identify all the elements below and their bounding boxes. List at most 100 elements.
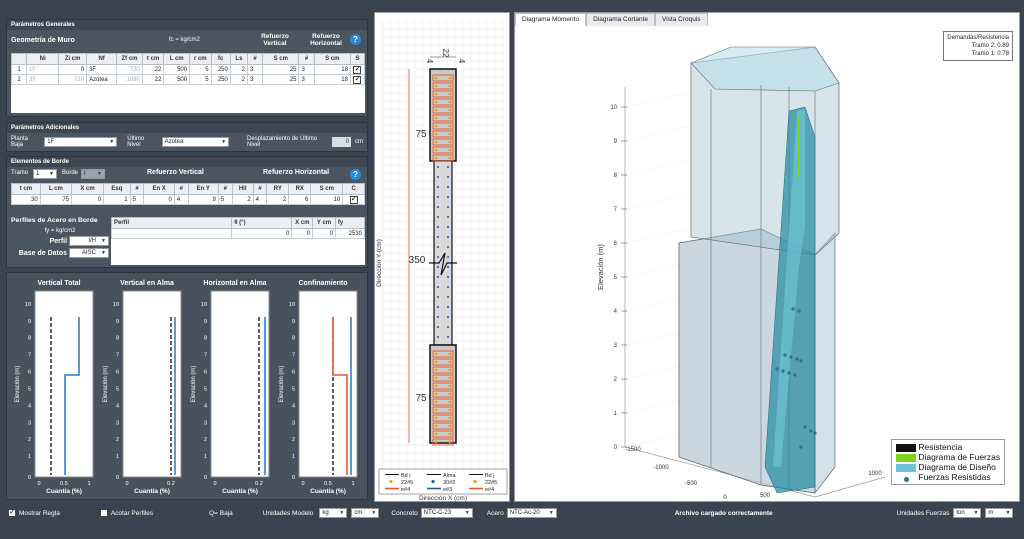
resisted-force-point (795, 357, 799, 361)
cell[interactable]: 6 (288, 194, 312, 205)
ultimo-nivel-label: Último Nivel (127, 136, 145, 148)
cell[interactable]: 4 (252, 194, 268, 205)
cell-t[interactable]: 22 (141, 64, 165, 75)
cell-zf[interactable]: 1080 (116, 74, 143, 85)
concreto-select[interactable]: NTC-C-23 (420, 508, 473, 518)
cell[interactable]: 0 (231, 228, 293, 239)
cell[interactable] (110, 228, 233, 239)
cell[interactable]: 75 (39, 194, 73, 205)
cell-n1[interactable]: 3 (246, 64, 264, 75)
general-params-panel: Parámetros Generales Geometría de Muro f… (6, 19, 368, 117)
cell-s-check[interactable] (349, 74, 366, 85)
mini-chart-plot-area (210, 290, 270, 478)
unit-force-select[interactable]: kg (319, 508, 348, 518)
cell[interactable]: 9 (187, 194, 219, 205)
cell-c-check[interactable] (342, 194, 365, 205)
table-row[interactable]: 0 0 0 2530 (110, 228, 366, 239)
tramo-select[interactable]: 1 (33, 169, 57, 179)
cell[interactable]: 4 (173, 194, 189, 205)
cell-s2[interactable]: 18 (313, 74, 351, 85)
z-tick-label: 7 (614, 207, 618, 213)
desplazamiento-input[interactable]: 0 (331, 137, 351, 147)
cell-nf[interactable]: 3F (86, 64, 118, 75)
cell-l[interactable]: 500 (163, 74, 191, 85)
cell-ls[interactable]: 2 (229, 64, 249, 75)
web-rebar-dot (437, 196, 439, 198)
web-rebar-dot (447, 336, 449, 338)
border-table: t cm L cm X cm Esq # En X # En Y # Hil #… (11, 183, 365, 205)
y-tick-label: 10 (289, 302, 295, 308)
mostrar-regla-checkbox[interactable] (8, 507, 16, 517)
planta-baja-select[interactable]: 1F (44, 137, 118, 147)
cell-ls[interactable]: 2 (229, 74, 249, 85)
cell-s1[interactable]: 25 (262, 74, 300, 85)
cell-r[interactable]: 5 (189, 74, 212, 85)
legend-symbol (431, 479, 435, 484)
col-header: # (173, 183, 189, 195)
cell[interactable]: 5 (129, 194, 145, 205)
mini-chart-plot-area (298, 290, 358, 478)
cell-s1[interactable]: 25 (262, 64, 300, 75)
table-row[interactable]: 1 1F 0 3F 720 22 500 5 250 2 3 25 3 18 (10, 64, 366, 75)
web-rebar-dot (447, 256, 449, 258)
checkbox[interactable] (349, 194, 358, 204)
cell[interactable]: 1 (103, 194, 131, 205)
cell[interactable]: 0 (71, 194, 105, 205)
cell-s2[interactable]: 18 (313, 64, 351, 75)
cell-zi[interactable]: 0 (58, 64, 88, 75)
cell-l[interactable]: 500 (163, 64, 191, 75)
legend-swatch (896, 474, 916, 482)
force-length-select[interactable]: m (985, 508, 1014, 518)
table-row[interactable]: 30 75 0 1 5 0 4 9 5 2 4 2 6 10 (11, 194, 365, 205)
cell[interactable]: 30 (11, 194, 41, 205)
cell-ni[interactable]: 3F (26, 74, 60, 85)
cell-nf[interactable]: Azotea (86, 74, 118, 85)
cell-r[interactable]: 5 (189, 64, 212, 75)
web-rebar-dot (447, 316, 449, 318)
cell[interactable]: 0 (312, 228, 336, 239)
acotar-perfiles-checkbox[interactable] (99, 509, 108, 517)
checkbox[interactable] (353, 74, 362, 84)
z-tick-label: 4 (614, 309, 618, 315)
diagram-3d-svg[interactable]: 0 1 2 3 4 5 6 7 8 9 10 Elevación (m) -1500 -1000 -500 0… (515, 27, 1021, 501)
borde-select[interactable]: I (81, 169, 105, 179)
ultimo-nivel-select[interactable]: Azotea (161, 137, 230, 147)
cell[interactable]: 5 (217, 194, 233, 205)
cell[interactable]: 2 (266, 194, 290, 205)
cell-zi[interactable]: 720 (58, 74, 88, 85)
grid-line (626, 194, 686, 210)
col-header: Perfil (110, 217, 233, 229)
table-row[interactable]: 2 3F 720 Azotea 1080 22 500 5 250 2 3 25… (10, 74, 366, 85)
help-icon[interactable]: ? (350, 169, 361, 180)
web-rebar-dot (437, 246, 439, 248)
cell[interactable]: 2530 (334, 228, 366, 239)
cell[interactable]: 0 (143, 194, 175, 205)
tab-diagrama-momento[interactable]: Diagrama Momento (515, 13, 587, 26)
tab-diagrama-cortante[interactable]: Diagrama Cortante (586, 13, 655, 26)
base-select[interactable]: AISC (69, 248, 109, 258)
force-unit-select[interactable]: ton (953, 508, 982, 518)
tab-vista-croquis[interactable]: Vista Croquis (655, 13, 708, 26)
y-tick-label: 5 (292, 386, 295, 392)
acero-select[interactable]: NTC-Ac-20 (506, 508, 557, 518)
checkbox[interactable] (353, 64, 362, 74)
cell-n2[interactable]: 3 (298, 74, 315, 85)
section-view-svg[interactable]: 75 350 75 22 4 4 Dirección Y (cm) Dirección X (… (375, 13, 511, 503)
cell-zf[interactable]: 720 (116, 64, 143, 75)
cell-n1[interactable]: 3 (246, 74, 264, 85)
rebar-dot (434, 392, 438, 396)
cell[interactable]: 10 (310, 194, 344, 205)
resisted-force-point (787, 371, 791, 375)
cell[interactable]: 2 (231, 194, 254, 205)
cell[interactable]: 0 (291, 228, 314, 239)
cell-n2[interactable]: 3 (298, 64, 315, 75)
dimension-label: 75 (415, 393, 427, 404)
cell-fc[interactable]: 250 (210, 74, 231, 85)
cell-fc[interactable]: 250 (210, 64, 231, 75)
cell-ni[interactable]: 1F (26, 64, 60, 75)
perfil-select[interactable]: I/H (69, 236, 109, 246)
x-tick-label: 0.2 (167, 481, 175, 487)
cell-t[interactable]: 22 (141, 74, 165, 85)
unit-length-select[interactable]: cm (351, 508, 380, 518)
help-icon[interactable]: ? (350, 34, 361, 45)
